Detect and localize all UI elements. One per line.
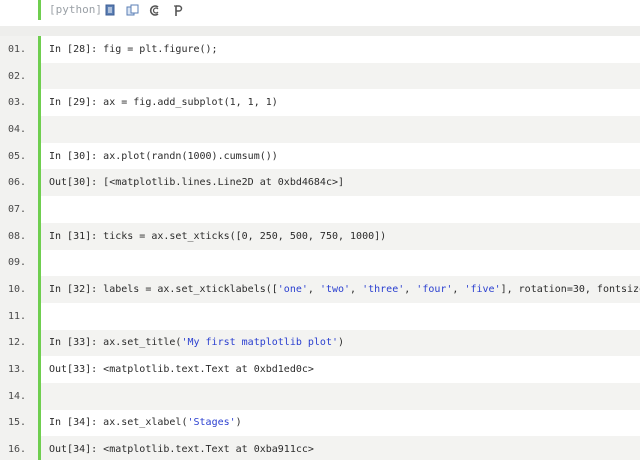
string-token: 'two': [319, 284, 351, 296]
code-token: In [28]: fig = plt.figure();: [49, 43, 218, 55]
line-marker: [38, 329, 41, 357]
line-marker: [38, 436, 41, 460]
code-token: Out[30]: [<matplotlib.lines.Line2D at 0x…: [49, 177, 345, 189]
string-token: 'Stages': [187, 417, 236, 429]
line-number: 15.: [8, 417, 27, 429]
line-marker: [38, 196, 41, 223]
code-token: ,: [452, 284, 465, 296]
code-line[interactable]: 16. Out[34]: <matplotlib.text.Text at 0xb…: [0, 436, 640, 460]
line-number: 13.: [8, 364, 27, 376]
code-token: In [32]: labels = ax.set_xticklabels([: [49, 284, 278, 296]
line-marker: [38, 276, 41, 303]
string-token: 'four': [416, 284, 453, 296]
code-token: In [34]: ax.set_xlabel(: [49, 417, 188, 429]
code-line[interactable]: 11.: [0, 302, 640, 330]
line-number: 03.: [8, 97, 27, 109]
line-marker: [38, 222, 41, 250]
line-source: In [30]: ax.plot(randn(1000).cumsum()): [49, 143, 278, 170]
line-marker: [38, 116, 41, 143]
line-number: 11.: [8, 310, 27, 322]
string-token: 'three': [362, 284, 405, 296]
line-source: In [31]: ticks = ax.set_xticks([0, 250, …: [49, 223, 386, 250]
line-marker: [38, 382, 41, 410]
code-line[interactable]: 06. Out[30]: [<matplotlib.lines.Line2D at…: [0, 169, 640, 197]
line-marker: [38, 89, 41, 117]
code-line[interactable]: 03. In [29]: ax = fig.add_subplot(1, 1, 1…: [0, 89, 640, 117]
line-number: 10.: [8, 284, 27, 296]
code-token: ): [338, 337, 345, 349]
code-line[interactable]: 10. In [32]: labels = ax.set_xticklabels(…: [0, 276, 640, 303]
line-number: 14.: [8, 390, 27, 402]
view-source-icon[interactable]: [102, 2, 118, 18]
copy-icon[interactable]: [124, 2, 140, 18]
line-source: Out[34]: <matplotlib.text.Text at 0xba91…: [49, 436, 314, 460]
line-number: 12.: [8, 337, 27, 349]
code-token: In [31]: ticks = ax.set_xticks([0, 250, …: [49, 230, 387, 242]
line-marker: [38, 36, 41, 63]
code-token: Out[33]: <matplotlib.text.Text at 0xbd1e…: [49, 364, 314, 376]
code-token: In [33]: ax.set_title(: [49, 337, 182, 349]
code-block[interactable]: 01. In [28]: fig = plt.figure(); 02. 03. In …: [0, 36, 640, 460]
language-label: [python]: [49, 3, 102, 16]
string-token: 'one': [277, 284, 308, 296]
toolbar-marker: [38, 0, 41, 20]
line-marker: [38, 62, 41, 90]
code-token: In [30]: ax.plot(randn(1000).cumsum()): [49, 150, 278, 162]
line-marker: [38, 409, 41, 437]
code-line[interactable]: 04.: [0, 116, 640, 143]
print-icon[interactable]: [169, 2, 185, 18]
code-viewer: [python] 01. In [28]: fig = plt.figure()…: [0, 0, 640, 460]
code-line[interactable]: 05. In [30]: ax.plot(randn(1000).cumsum()…: [0, 142, 640, 170]
code-line[interactable]: 13. Out[33]: <matplotlib.text.Text at 0xb…: [0, 356, 640, 383]
string-token: 'five': [464, 284, 501, 296]
line-source: In [32]: labels = ax.set_xticklabels(['o…: [49, 276, 640, 303]
toolbar-separator: [0, 26, 640, 36]
code-token: ,: [404, 284, 417, 296]
line-source: Out[33]: <matplotlib.text.Text at 0xbd1e…: [49, 356, 314, 383]
line-marker: [38, 302, 41, 330]
copy-to-clipboard-icon[interactable]: [146, 2, 162, 18]
string-token: 'My first matplotlib plot': [181, 337, 338, 349]
line-number: 01.: [8, 43, 27, 55]
line-number: 09.: [8, 257, 27, 269]
line-marker: [38, 356, 41, 383]
line-marker: [38, 249, 41, 277]
line-number: 08.: [8, 230, 27, 242]
line-marker: [38, 142, 41, 170]
code-token: In [29]: ax = fig.add_subplot(1, 1, 1): [49, 97, 278, 109]
code-line[interactable]: 12. In [33]: ax.set_title('My first matpl…: [0, 329, 640, 357]
line-marker: [38, 169, 41, 197]
line-number: 02.: [8, 70, 27, 82]
line-source: In [28]: fig = plt.figure();: [49, 36, 218, 63]
code-toolbar: [python]: [0, 0, 640, 26]
code-token: ], rotation=30, fontsize: [500, 284, 640, 296]
line-number: 05.: [8, 150, 27, 162]
line-number: 04.: [8, 123, 27, 135]
line-source: In [29]: ax = fig.add_subplot(1, 1, 1): [49, 89, 278, 116]
line-source: In [33]: ax.set_title('My first matplotl…: [49, 330, 344, 357]
code-line[interactable]: 02.: [0, 62, 640, 90]
code-token: ): [235, 417, 242, 429]
code-line[interactable]: 08. In [31]: ticks = ax.set_xticks([0, 25…: [0, 222, 640, 250]
line-number: 16.: [8, 444, 27, 456]
code-line[interactable]: 15. In [34]: ax.set_xlabel('Stages'): [0, 409, 640, 437]
code-token: ,: [350, 284, 363, 296]
line-number: 06.: [8, 177, 27, 189]
code-line[interactable]: 09.: [0, 249, 640, 277]
code-token: Out[34]: <matplotlib.text.Text at 0xba91…: [49, 444, 314, 456]
code-line[interactable]: 01. In [28]: fig = plt.figure();: [0, 36, 640, 63]
code-token: ,: [307, 284, 320, 296]
code-line[interactable]: 14.: [0, 382, 640, 410]
line-source: In [34]: ax.set_xlabel('Stages'): [49, 410, 242, 437]
code-line[interactable]: 07.: [0, 196, 640, 223]
line-source: Out[30]: [<matplotlib.lines.Line2D at 0x…: [49, 169, 344, 196]
line-number: 07.: [8, 203, 27, 215]
